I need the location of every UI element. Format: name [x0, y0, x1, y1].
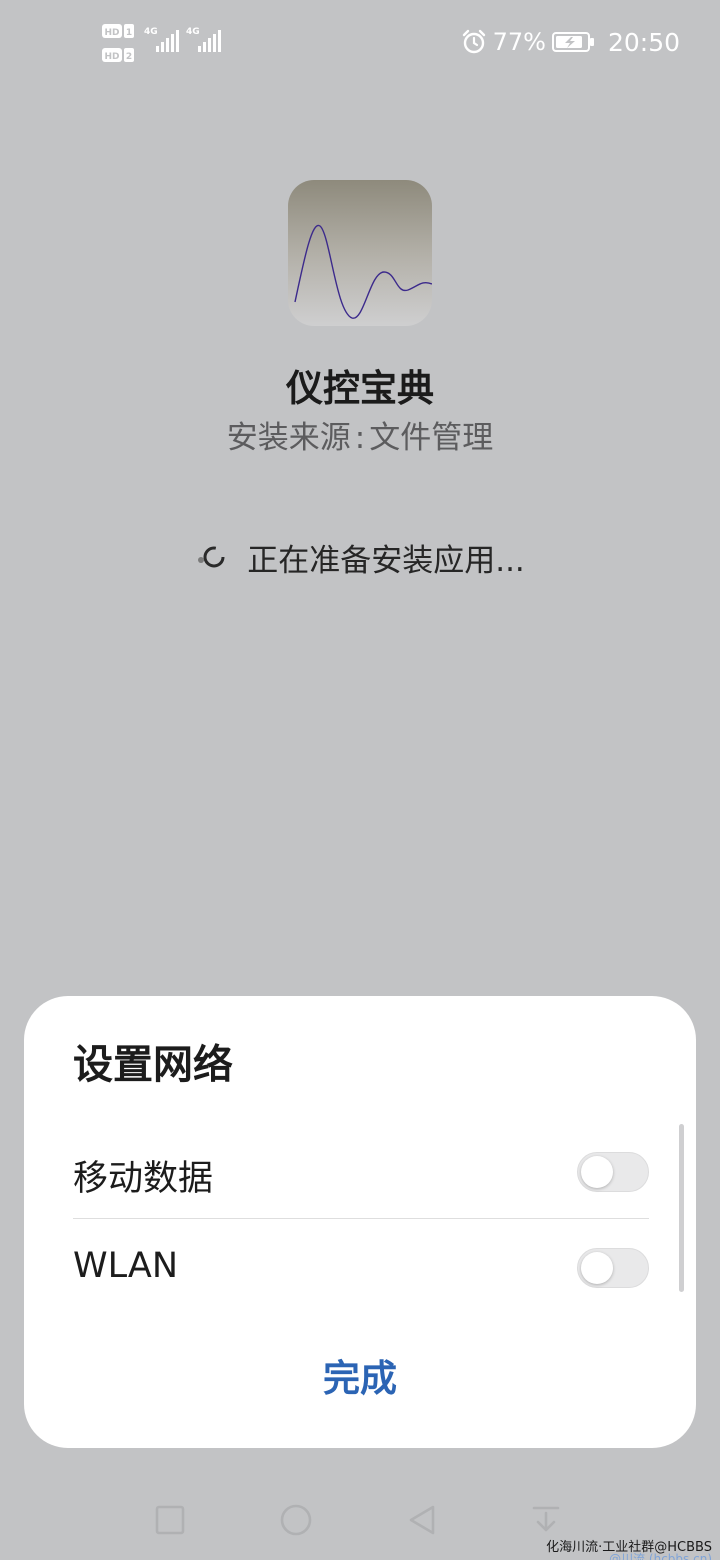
- back-triangle-icon[interactable]: [404, 1502, 440, 1538]
- sim1-label: HD: [104, 28, 119, 38]
- install-source-separator: :: [354, 420, 366, 456]
- sim2-index: 2: [126, 52, 132, 62]
- dialog-title: 设置网络: [73, 1042, 233, 1088]
- install-source-value: 文件管理: [369, 420, 494, 456]
- progress-text: 正在准备安装应用...: [247, 542, 525, 579]
- app-name: 仪控宝典: [286, 367, 434, 410]
- wlan-label: WLAN: [73, 1246, 179, 1286]
- status-bar: HD 1 HD 2 4G 4G 77% 20:50: [0, 18, 720, 68]
- install-progress: 正在准备安装应用...: [0, 532, 720, 582]
- notification-pulldown-icon[interactable]: [528, 1502, 564, 1538]
- dialog-scrollbar[interactable]: [679, 1124, 684, 1292]
- clock: 20:50: [607, 27, 680, 57]
- toggle-knob: [581, 1252, 613, 1284]
- alarm-icon: [462, 29, 485, 54]
- sim-signal-icons: HD 1 HD 2 4G 4G: [102, 24, 221, 62]
- sim1-index: 1: [126, 28, 132, 38]
- wlan-toggle[interactable]: [577, 1248, 649, 1288]
- sim2-label: HD: [104, 52, 119, 62]
- toggle-knob: [581, 1156, 613, 1188]
- wlan-row[interactable]: WLAN: [73, 1234, 649, 1304]
- mobile-data-toggle[interactable]: [577, 1152, 649, 1192]
- loading-spinner-icon: [198, 546, 225, 568]
- install-screen: HD 1 HD 2 4G 4G 77% 20:50 仪控宝典 安装来源: 文件…: [0, 0, 720, 1560]
- watermark-sub: @川流 (hcbbs.cn): [609, 1552, 712, 1560]
- recents-square-icon[interactable]: [152, 1502, 188, 1538]
- mobile-data-row[interactable]: 移动数据: [73, 1138, 649, 1208]
- status-right: 77% 20:50: [461, 24, 680, 60]
- app-icon: [288, 180, 432, 326]
- battery-charging-icon: [551, 32, 594, 52]
- install-source: 安装来源: 文件管理: [0, 412, 720, 457]
- net2-label: 4G: [186, 27, 200, 37]
- damped-wave-icon: [288, 180, 432, 326]
- done-button[interactable]: 完成: [24, 1348, 696, 1402]
- net1-label: 4G: [144, 27, 158, 37]
- battery-percent: 77%: [492, 28, 546, 56]
- install-source-label: 安装来源: [226, 420, 351, 456]
- network-dialog: 设置网络 移动数据 WLAN 完成: [24, 996, 696, 1448]
- home-circle-icon[interactable]: [278, 1502, 314, 1538]
- row-divider: [73, 1218, 649, 1219]
- mobile-data-label: 移动数据: [73, 1159, 214, 1199]
